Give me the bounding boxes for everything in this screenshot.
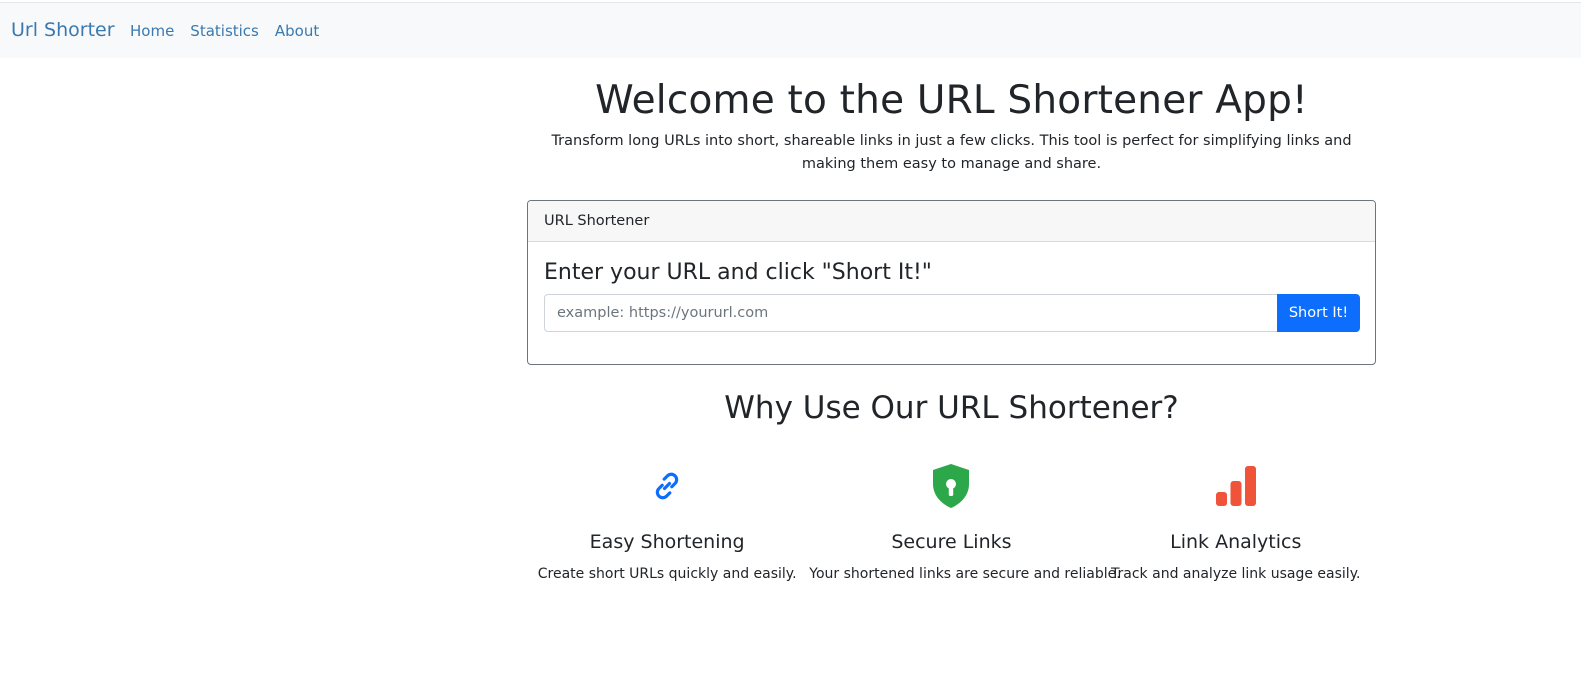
url-shortener-card: URL Shortener Enter your URL and click "… xyxy=(527,200,1376,365)
card-title: Enter your URL and click "Short It!" xyxy=(544,260,932,285)
feature-text: Create short URLs quickly and easily. xyxy=(537,566,797,582)
feature-title: Link Analytics xyxy=(1170,531,1302,553)
feature-easy-shortening: Easy Shortening Create short URLs quickl… xyxy=(525,460,809,590)
url-input-group: Short It! xyxy=(544,294,1360,332)
why-section-title: Why Use Our URL Shortener? xyxy=(724,390,1179,426)
card-header: URL Shortener xyxy=(528,201,1375,242)
feature-secure-links: Secure Links Your shortened links are se… xyxy=(809,460,1121,590)
link-icon xyxy=(643,460,691,512)
nav-link-statistics[interactable]: Statistics xyxy=(190,22,259,40)
feature-text: Your shortened links are secure and reli… xyxy=(809,566,1121,582)
shield-lock-icon xyxy=(927,460,975,512)
brand-link[interactable]: Url Shorter xyxy=(11,19,115,41)
features-row: Easy Shortening Create short URLs quickl… xyxy=(525,460,1378,590)
feature-link-analytics: Link Analytics Track and analyze link us… xyxy=(1094,460,1378,590)
nav-links: Home Statistics About xyxy=(130,22,319,40)
page-title: Welcome to the URL Shortener App! xyxy=(595,78,1308,123)
feature-title: Easy Shortening xyxy=(589,531,745,553)
feature-text: Track and analyze link usage easily. xyxy=(1111,566,1361,582)
nav-link-home[interactable]: Home xyxy=(130,22,174,40)
url-input[interactable] xyxy=(544,294,1277,332)
short-it-button[interactable]: Short It! xyxy=(1277,294,1360,332)
nav-link-about[interactable]: About xyxy=(275,22,319,40)
lead-text: Transform long URLs into short, shareabl… xyxy=(551,133,1352,172)
navbar: Url Shorter Home Statistics About xyxy=(0,2,1581,58)
feature-title: Secure Links xyxy=(891,531,1012,553)
bar-chart-icon xyxy=(1212,460,1260,512)
